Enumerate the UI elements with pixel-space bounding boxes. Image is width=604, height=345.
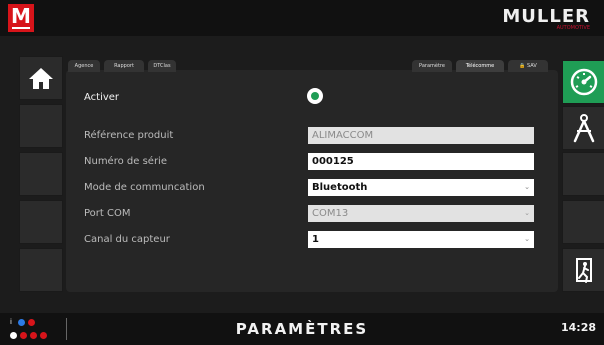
tab-sav[interactable]: 🔒 SAV — [508, 60, 548, 72]
canal-select[interactable]: 1 ⌄ — [308, 231, 534, 248]
tab-bar: Agence Rapport DTClas Paramètre Télécomm… — [66, 60, 558, 72]
brand: MULLER AUTOMOTIVE — [502, 6, 590, 31]
port-select: COM13 ⌄ — [308, 205, 534, 222]
logo: M — [8, 4, 34, 32]
left-slot-4[interactable] — [19, 200, 63, 244]
mode-label: Mode de communcation — [84, 182, 205, 193]
home-icon — [29, 68, 53, 89]
tab-sav-label: SAV — [527, 63, 537, 69]
left-slot-5[interactable] — [19, 248, 63, 292]
chevron-down-icon: ⌄ — [524, 235, 530, 243]
ref-label: Référence produit — [84, 130, 174, 141]
top-bar: M MULLER AUTOMOTIVE — [0, 0, 604, 36]
exit-icon — [576, 258, 592, 283]
serial-label: Numéro de série — [84, 156, 167, 167]
canal-label: Canal du capteur — [84, 234, 170, 245]
compass-button[interactable] — [562, 106, 604, 150]
speedometer-button[interactable] — [562, 60, 604, 104]
lock-icon: 🔒 — [519, 63, 526, 69]
right-slot-3[interactable] — [562, 152, 604, 196]
left-slot-3[interactable] — [19, 152, 63, 196]
speedometer-icon — [570, 68, 598, 96]
tab-dtclas[interactable]: DTClas — [148, 60, 176, 72]
right-slot-4[interactable] — [562, 200, 604, 244]
tab-rapport[interactable]: Rapport — [104, 60, 144, 72]
brand-name: MULLER — [502, 6, 590, 27]
activer-radio[interactable] — [307, 88, 323, 104]
tab-agence[interactable]: Agence — [68, 60, 100, 72]
tab-telecomme[interactable]: Télécomme — [456, 60, 504, 72]
serial-field[interactable]: 000125 — [308, 153, 534, 170]
left-slot-2[interactable] — [19, 104, 63, 148]
mode-value: Bluetooth — [312, 182, 368, 193]
logo-letter: M — [11, 4, 31, 28]
exit-button[interactable] — [562, 248, 604, 292]
tab-parametre[interactable]: Paramètre — [412, 60, 452, 72]
chevron-down-icon: ⌄ — [524, 209, 530, 217]
clock: 14:28 — [560, 321, 596, 334]
port-label: Port COM — [84, 208, 131, 219]
page-title: PARAMÈTRES — [235, 320, 369, 338]
home-button[interactable] — [19, 56, 63, 100]
ref-field: ALIMACCOM — [308, 127, 534, 144]
compass-icon — [573, 114, 595, 143]
canal-value: 1 — [312, 234, 319, 245]
mode-select[interactable]: Bluetooth ⌄ — [308, 179, 534, 196]
activer-label: Activer — [84, 92, 120, 103]
port-value: COM13 — [312, 208, 349, 219]
chevron-down-icon: ⌄ — [524, 183, 530, 191]
